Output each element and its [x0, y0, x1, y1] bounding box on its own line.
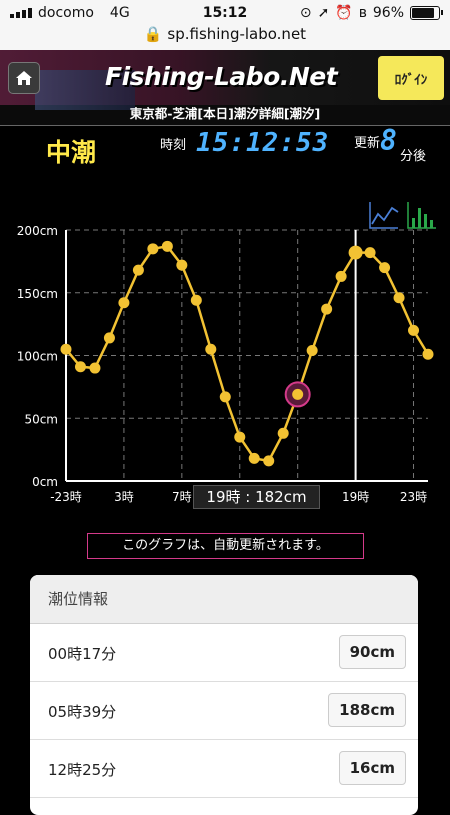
data-point — [393, 292, 405, 304]
table-row[interactable]: 05時39分 188cm — [30, 682, 418, 740]
y-tick-label: 50cm — [24, 412, 58, 426]
data-point — [292, 388, 304, 400]
tide-line — [65, 244, 430, 463]
data-point — [176, 259, 188, 271]
page-subtitle: 東京都-芝浦[本日]潮汐詳細[潮汐] — [129, 106, 321, 121]
update-unit: 分後 — [400, 149, 427, 164]
x-tick-label: -23時 — [50, 490, 82, 504]
data-point — [74, 361, 86, 373]
data-point — [205, 343, 217, 355]
row-time: 05時39分 — [48, 703, 117, 721]
data-point — [147, 243, 159, 255]
x-tick-label: 19時 — [342, 490, 369, 504]
data-point — [190, 294, 202, 306]
row-time: 00時17分 — [48, 645, 117, 663]
data-point — [335, 270, 347, 282]
y-tick-label: 150cm — [17, 287, 58, 301]
chart-tooltip: 19時 : 182cm — [193, 485, 320, 509]
battery-icon — [410, 6, 443, 20]
data-point — [408, 324, 420, 336]
tide-info-panel: 潮位情報 00時17分 90cm 05時39分 188cm 12時25分 16c… — [30, 575, 418, 815]
row-time: 12時25分 — [48, 761, 117, 779]
data-point — [219, 391, 231, 403]
tide-chart[interactable]: 0cm50cm100cm150cm200cm-23時3時7時11時15時19時2… — [0, 215, 450, 515]
x-tick-label: 23時 — [400, 490, 427, 504]
y-tick-label: 0cm — [32, 475, 58, 489]
x-tick-label: 3時 — [114, 490, 134, 504]
data-point — [277, 427, 289, 439]
table-row[interactable]: 00時17分 90cm — [30, 624, 418, 682]
home-button[interactable] — [8, 62, 40, 94]
data-point — [379, 262, 391, 274]
bluetooth-icon: ʙ — [358, 5, 367, 21]
url-bar[interactable]: 🔒 sp.fishing-labo.net — [0, 25, 450, 43]
status-right: ⊙ ➚ ⏰ ʙ 96% — [299, 5, 443, 21]
row-value: 16cm — [338, 751, 406, 785]
auto-update-notice: このグラフは、自動更新されます。 — [87, 533, 364, 559]
data-point — [234, 431, 246, 443]
row-value: 90cm — [338, 635, 406, 669]
home-icon — [16, 71, 32, 85]
rotation-lock-icon: ⊙ — [299, 5, 312, 21]
battery-percent: 96% — [372, 5, 404, 21]
row-value: 188cm — [328, 693, 406, 727]
time-label: 時刻 — [160, 138, 187, 153]
data-point — [263, 455, 275, 467]
x-tick-label: 7時 — [172, 490, 192, 504]
status-bar: docomo 4G 15:12 ⊙ ➚ ⏰ ʙ 96% 🔒 sp.fishing… — [0, 0, 450, 50]
data-point — [422, 348, 434, 360]
url-text: sp.fishing-labo.net — [167, 25, 307, 43]
data-point — [89, 362, 101, 374]
data-point — [60, 343, 72, 355]
data-point — [118, 297, 130, 309]
update-countdown: 8 — [380, 124, 397, 157]
y-tick-label: 100cm — [17, 350, 58, 364]
lock-icon: 🔒 — [143, 25, 163, 43]
login-button[interactable]: ﾛｸﾞｲﾝ — [378, 56, 444, 100]
site-logo[interactable]: Fishing-Labo.Net — [105, 62, 338, 91]
tide-name: 中潮 — [46, 138, 97, 167]
alarm-icon: ⏰ — [335, 5, 353, 21]
data-point — [132, 264, 144, 276]
data-point — [161, 240, 173, 252]
update-label: 更新 — [354, 136, 381, 151]
time-value: 15:12:53 — [196, 128, 330, 158]
data-point — [364, 247, 376, 259]
data-point — [321, 303, 333, 315]
data-point — [306, 344, 318, 356]
table-row[interactable]: 12時25分 16cm — [30, 740, 418, 798]
data-point — [248, 452, 260, 464]
panel-title: 潮位情報 — [30, 575, 418, 624]
y-tick-label: 200cm — [17, 224, 58, 238]
data-point — [348, 245, 363, 260]
data-point — [103, 332, 115, 344]
location-icon: ➚ — [317, 5, 330, 21]
